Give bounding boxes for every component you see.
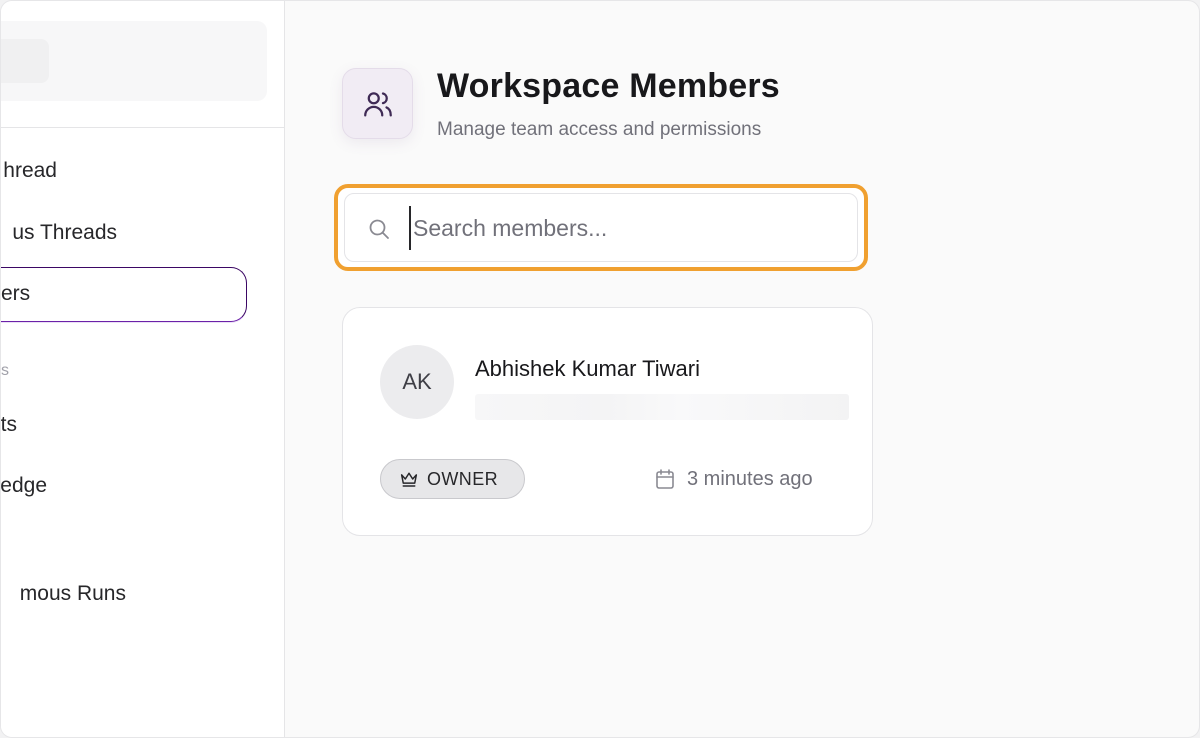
sidebar-item-label: us Threads <box>12 221 117 244</box>
member-email-redacted <box>475 394 849 420</box>
avatar: AK <box>380 345 454 419</box>
member-name: Abhishek Kumar Tiwari <box>475 356 700 381</box>
sidebar-item-label: ts <box>0 413 17 436</box>
member-card: AK Abhishek Kumar Tiwari OWNER 3 minutes… <box>342 307 873 536</box>
sidebar-item-label: hread <box>3 159 57 182</box>
sidebar-item-new-thread[interactable]: hread <box>1 151 57 191</box>
users-icon <box>342 68 413 139</box>
sidebar-item-label: edge <box>0 474 47 497</box>
sidebar-header <box>1 21 267 101</box>
page-title: Workspace Members <box>437 67 780 105</box>
joined-info: 3 minutes ago <box>653 464 813 494</box>
page-subtitle: Manage team access and permissions <box>437 119 762 140</box>
app-window: hread us Threads ers s ts edge mous Runs… <box>0 0 1200 738</box>
sidebar-item-autonomous-runs[interactable]: mous Runs <box>1 574 126 614</box>
role-label: OWNER <box>427 468 498 489</box>
sidebar-section-label: s <box>1 362 9 379</box>
search-icon <box>369 219 389 239</box>
sidebar-item-members[interactable] <box>1 267 247 322</box>
sidebar: hread us Threads ers s ts edge mous Runs <box>1 1 285 737</box>
search-box[interactable] <box>344 193 858 262</box>
search-focus-ring <box>334 184 868 271</box>
sidebar-item-label: mous Runs <box>19 582 126 605</box>
sidebar-item-previous-threads[interactable]: us Threads <box>1 213 117 253</box>
sidebar-divider <box>1 127 284 128</box>
sidebar-item-knowledge[interactable]: edge <box>1 466 47 506</box>
workspace-switcher[interactable] <box>1 39 49 83</box>
crown-icon <box>400 472 418 487</box>
calendar-icon <box>656 469 674 489</box>
role-badge: OWNER <box>380 459 525 499</box>
sidebar-item-label: ers <box>1 282 31 305</box>
sidebar-item-agents[interactable]: ts <box>1 405 17 445</box>
search-input[interactable] <box>409 206 839 250</box>
joined-time: 3 minutes ago <box>687 467 813 490</box>
